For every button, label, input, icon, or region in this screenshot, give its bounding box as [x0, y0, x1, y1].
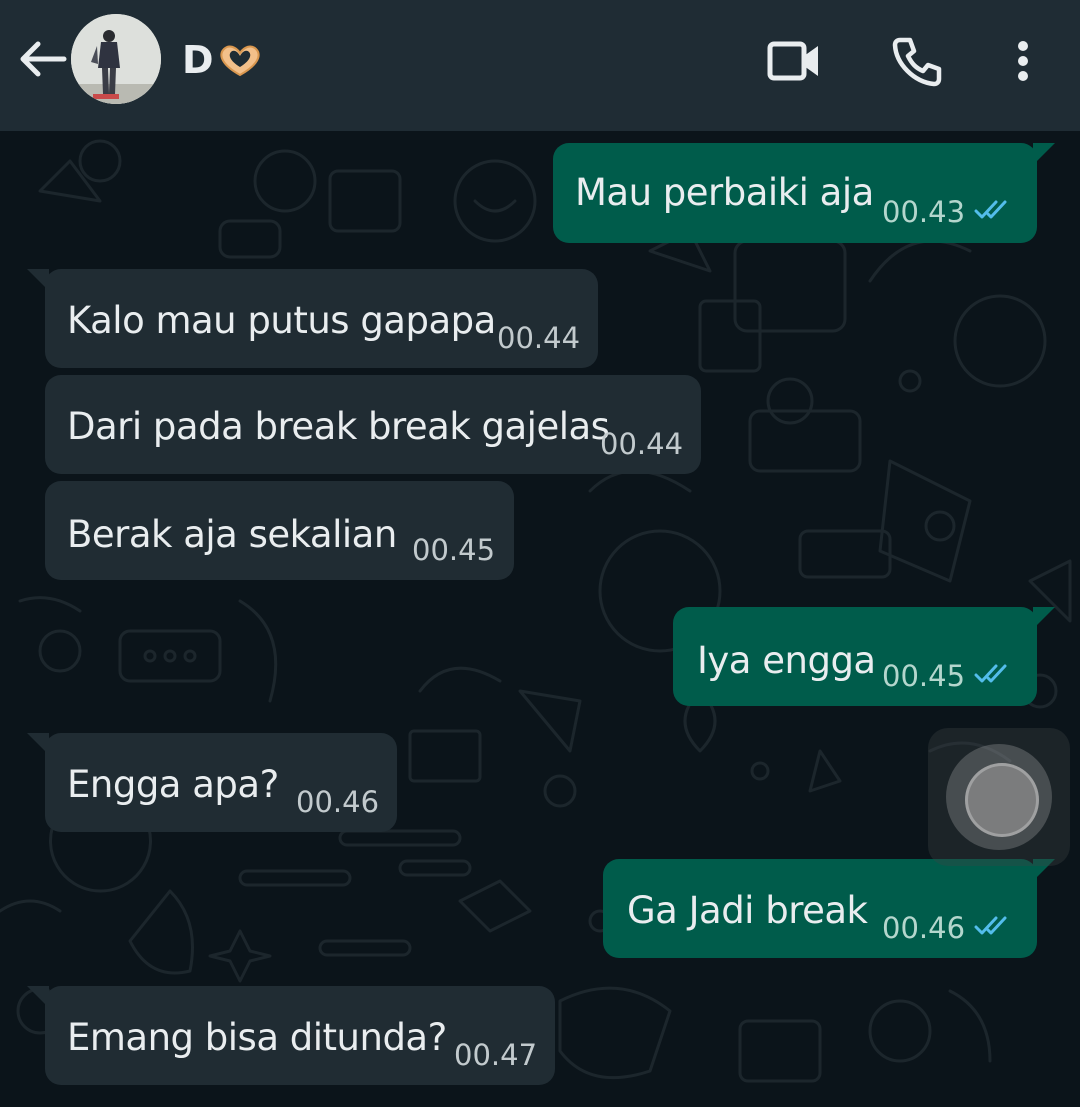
bubble-tail [27, 269, 49, 291]
message-bubble-incoming[interactable]: Dari pada break break gajelas 00.44 [45, 375, 701, 474]
contact-name[interactable]: D [182, 38, 264, 82]
chat-header: D [0, 0, 1080, 131]
message-bubble-outgoing[interactable]: Mau perbaiki aja 00.43 [553, 143, 1055, 243]
message-text: Dari pada break break gajelas [67, 405, 610, 448]
message-text: Kalo mau putus gapapa [67, 299, 496, 342]
back-arrow-icon[interactable] [14, 36, 70, 82]
bubble-tail [27, 986, 49, 1008]
bubble-tail [1033, 143, 1055, 165]
message-text: Engga apa? [67, 763, 279, 806]
message-time: 00.44 [497, 321, 581, 355]
message-text: Iya engga [697, 639, 876, 682]
video-call-icon[interactable] [766, 34, 822, 88]
message-time: 00.46 [296, 785, 380, 819]
message-time: 00.45 [882, 659, 966, 693]
bubble-tail [1033, 607, 1055, 629]
message-bubble-incoming[interactable]: Berak aja sekalian 00.45 [45, 481, 514, 580]
message-bubble-incoming[interactable]: Emang bisa ditunda? 00.47 [27, 986, 555, 1085]
read-receipt-icon [974, 200, 1007, 219]
message-text: Berak aja sekalian [67, 513, 397, 556]
message-text: Mau perbaiki aja [575, 171, 874, 214]
more-options-icon[interactable] [1008, 34, 1038, 88]
contact-name-text: D [182, 38, 214, 82]
message-time: 00.44 [600, 427, 684, 461]
message-bubble-outgoing[interactable]: Ga Jadi break 00.46 [603, 859, 1055, 958]
message-time: 00.46 [882, 911, 966, 945]
read-receipt-icon [974, 916, 1007, 935]
message-text: Emang bisa ditunda? [67, 1016, 447, 1059]
assistive-touch-dot [965, 763, 1039, 837]
avatar[interactable] [71, 14, 161, 104]
message-text: Ga Jadi break [627, 889, 868, 932]
message-bubble-incoming[interactable]: Kalo mau putus gapapa 00.44 [27, 269, 598, 368]
bubble-tail [27, 733, 49, 755]
heart-hands-emoji-icon [219, 45, 260, 77]
voice-call-icon[interactable] [890, 34, 944, 88]
message-time: 00.45 [412, 533, 496, 567]
message-bubble-outgoing[interactable]: Iya engga 00.45 [673, 607, 1055, 706]
avatar-photo [71, 14, 161, 104]
assistive-touch-button[interactable] [928, 728, 1070, 866]
message-time: 00.47 [454, 1038, 538, 1072]
read-receipt-icon [974, 664, 1007, 683]
message-time: 00.43 [882, 195, 966, 229]
message-bubble-incoming[interactable]: Engga apa? 00.46 [27, 733, 397, 832]
